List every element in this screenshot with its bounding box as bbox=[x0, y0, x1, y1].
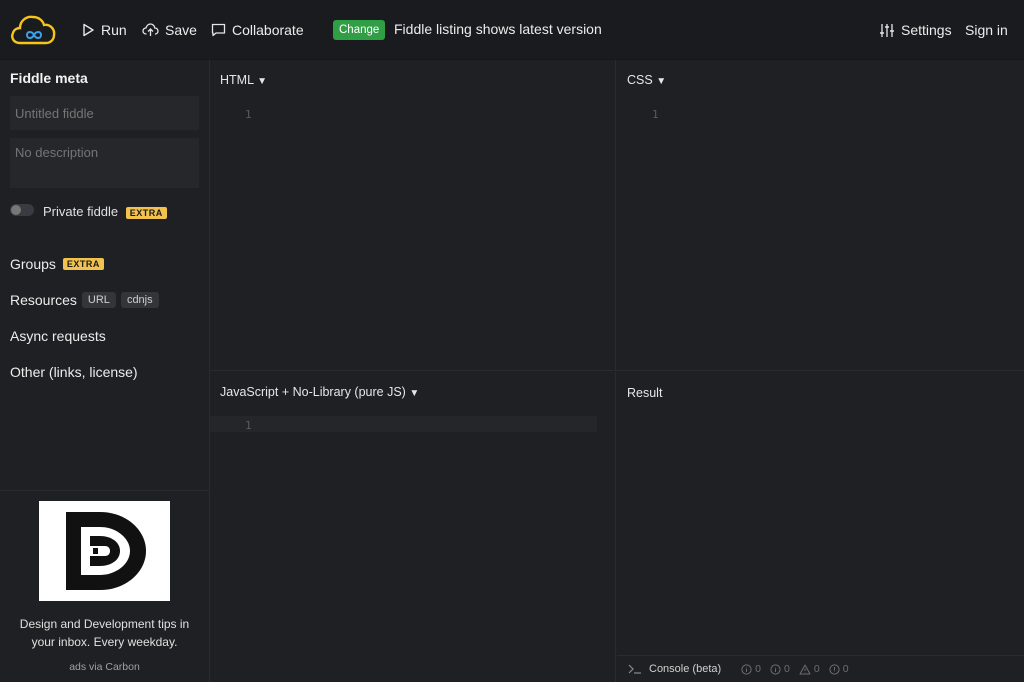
chat-bubble-icon bbox=[211, 23, 226, 37]
console-label: Console (beta) bbox=[649, 663, 722, 675]
cloud-upload-icon bbox=[142, 23, 159, 36]
terminal-prompt-icon bbox=[628, 664, 641, 674]
private-fiddle-row: Private fiddle EXTRA bbox=[43, 204, 167, 219]
sliders-icon bbox=[880, 23, 894, 37]
line-number: 1 bbox=[245, 419, 252, 432]
html-editor-panel[interactable]: HTML ▼ 1 bbox=[210, 60, 616, 371]
settings-button[interactable]: Settings bbox=[879, 0, 952, 60]
js-panel-title: JavaScript + No-Library (pure JS) bbox=[220, 385, 406, 399]
console-log-count[interactable]: 0 bbox=[770, 663, 790, 675]
html-panel-title: HTML bbox=[220, 73, 254, 87]
private-fiddle-toggle[interactable] bbox=[10, 204, 34, 216]
console-bar[interactable]: Console (beta) 0 0 0 0 bbox=[617, 655, 1024, 682]
console-warning-count[interactable]: 0 bbox=[799, 663, 820, 675]
info-count-value: 0 bbox=[755, 663, 761, 675]
console-error-count[interactable]: 0 bbox=[829, 663, 849, 675]
ad-image[interactable] bbox=[39, 501, 170, 601]
collaborate-label: Collaborate bbox=[232, 22, 304, 38]
ad-via-carbon[interactable]: ads via Carbon bbox=[0, 661, 209, 673]
jsfiddle-logo-icon[interactable] bbox=[10, 13, 56, 47]
js-editor-panel[interactable]: JavaScript + No-Library (pure JS) ▼ 1 bbox=[210, 372, 616, 682]
result-panel[interactable]: Result bbox=[617, 372, 1024, 682]
result-panel-label: Result bbox=[627, 386, 663, 400]
resources-label: Resources bbox=[10, 292, 77, 308]
sidebar-item-async-requests[interactable]: Async requests bbox=[10, 328, 106, 344]
line-number: 1 bbox=[245, 108, 252, 121]
change-badge[interactable]: Change bbox=[333, 20, 386, 40]
css-panel-label[interactable]: CSS ▼ bbox=[627, 73, 666, 87]
extra-badge: EXTRA bbox=[62, 258, 104, 270]
css-panel-title: CSS bbox=[627, 73, 653, 87]
sign-in-button[interactable]: Sign in bbox=[965, 0, 1008, 60]
ad-text[interactable]: Design and Development tips in your inbo… bbox=[8, 615, 201, 651]
save-button[interactable]: Save bbox=[142, 0, 197, 60]
play-icon bbox=[83, 23, 94, 37]
other-label: Other (links, license) bbox=[10, 364, 138, 380]
log-count-value: 0 bbox=[784, 663, 790, 675]
dd-logo-icon bbox=[65, 512, 146, 590]
caret-down-icon: ▼ bbox=[409, 388, 420, 399]
collaborate-button[interactable]: Collaborate bbox=[211, 0, 304, 60]
caret-down-icon: ▼ bbox=[656, 76, 667, 87]
groups-label: Groups bbox=[10, 256, 56, 272]
fiddle-title-input[interactable] bbox=[10, 96, 199, 130]
line-number: 1 bbox=[652, 108, 659, 121]
fiddle-description-input[interactable] bbox=[10, 138, 199, 188]
caret-down-icon: ▼ bbox=[257, 76, 267, 87]
info-icon bbox=[741, 663, 752, 675]
warning-count-value: 0 bbox=[813, 663, 820, 675]
resources-url-tag[interactable]: URL bbox=[81, 292, 116, 308]
save-label: Save bbox=[165, 22, 197, 38]
run-button[interactable]: Run bbox=[81, 0, 127, 60]
info-icon bbox=[770, 663, 781, 675]
error-icon bbox=[829, 663, 840, 675]
run-label: Run bbox=[101, 22, 127, 38]
change-notice-text: Fiddle listing shows latest version bbox=[394, 21, 602, 37]
html-panel-label[interactable]: HTML ▼ bbox=[220, 73, 267, 87]
css-editor-panel[interactable]: CSS ▼ 1 bbox=[617, 60, 1024, 371]
sidebar-item-resources[interactable]: Resources URL cdnjs bbox=[10, 292, 159, 308]
sign-in-label: Sign in bbox=[965, 22, 1008, 38]
extra-badge: EXTRA bbox=[125, 206, 167, 219]
console-info-count[interactable]: 0 bbox=[741, 663, 761, 675]
error-count-value: 0 bbox=[842, 663, 849, 675]
js-panel-label[interactable]: JavaScript + No-Library (pure JS) ▼ bbox=[220, 385, 419, 399]
active-line-highlight bbox=[210, 416, 597, 432]
warning-icon bbox=[799, 664, 811, 674]
private-fiddle-label: Private fiddle bbox=[43, 204, 119, 219]
fiddle-meta-heading: Fiddle meta bbox=[10, 70, 88, 86]
sidebar: Fiddle meta Private fiddle EXTRA Groups … bbox=[0, 60, 210, 682]
carbon-ad: Design and Development tips in your inbo… bbox=[0, 490, 209, 682]
top-bar: Run Save Collaborate Change Fiddle listi… bbox=[0, 0, 1024, 60]
sidebar-item-other[interactable]: Other (links, license) bbox=[10, 364, 138, 380]
async-requests-label: Async requests bbox=[10, 328, 106, 344]
resources-cdnjs-tag[interactable]: cdnjs bbox=[120, 292, 159, 308]
sidebar-item-groups[interactable]: Groups EXTRA bbox=[10, 256, 104, 272]
settings-label: Settings bbox=[901, 22, 952, 38]
